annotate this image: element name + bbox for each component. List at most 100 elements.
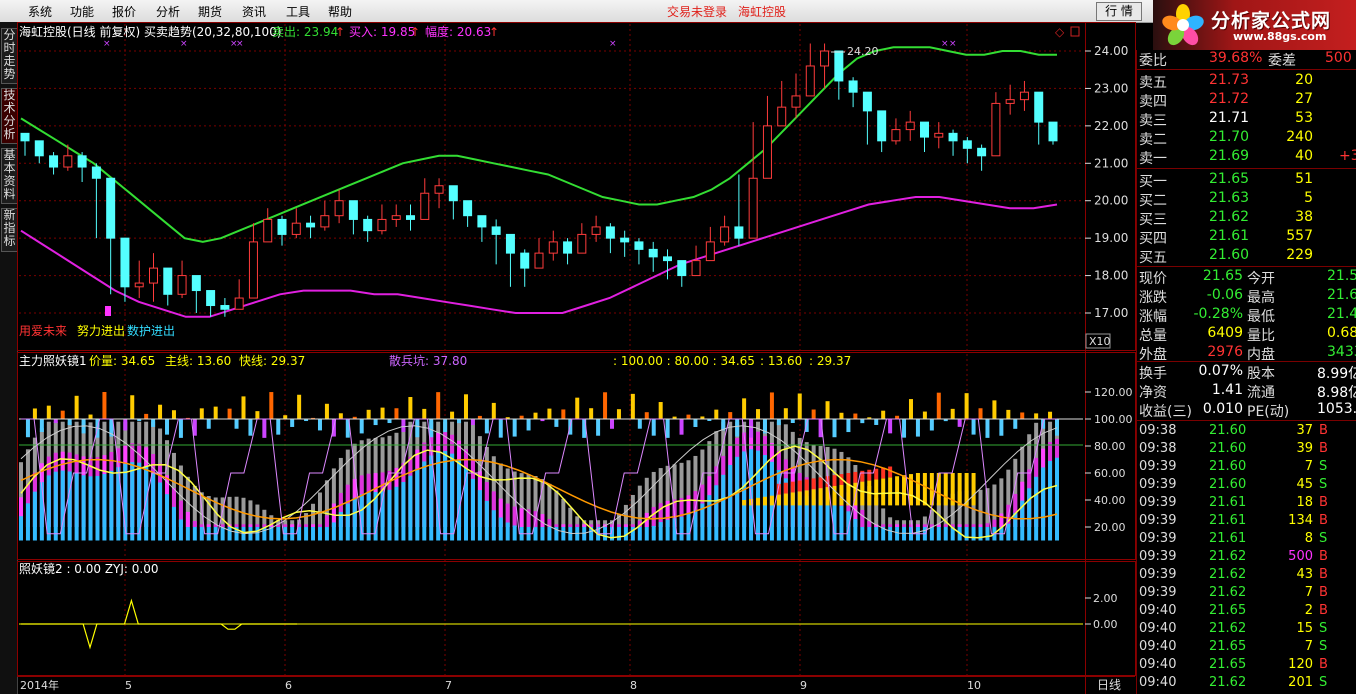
svg-text:×: × [103,39,111,49]
indicator1-red-bar [860,470,865,482]
indicator1-magenta-bar [575,524,580,527]
menu-help[interactable]: 帮助 [328,3,352,20]
indicator1-cyan-bar [102,474,107,541]
price-axis-label: 19.00 [1094,231,1128,245]
indicator1-top-bar [269,392,274,419]
indicator1-top-bar [908,399,913,419]
login-status[interactable]: 交易未登录 [667,3,727,20]
indicator1-cyan-bar [137,462,142,541]
candle-body [291,222,301,235]
price-gridlines [19,50,1083,314]
indicator1-bottom-bar [234,419,239,429]
indicator1-magenta-bar [957,524,962,527]
tick-row: 09:39 21.61 18 B [1137,495,1356,513]
tick-price: 21.60 [1209,423,1247,438]
sell-level-price: 21.72 [1209,91,1250,107]
main-chart-area[interactable]: 海虹控股(日线 前复权) 买卖趋势(20,32,80,100) 卖出: 23.9… [17,22,1136,694]
fin-label: 换手 [1139,366,1167,382]
candle-body [1048,121,1058,142]
menu-news[interactable]: 资讯 [242,3,266,20]
indicator1-cyan-bar [985,527,990,541]
indicator1-bottom-bar [1013,419,1018,429]
indicator1-top-bar [491,402,496,419]
indicator1-bottom-bar [985,419,990,438]
stat-value: 21.65 [1202,268,1243,284]
indicator1-magenta-bar [881,524,886,527]
indicator1-red-bar [867,469,872,481]
indicator1-axis-label: 40.00 [1094,494,1126,507]
indicator1-top-bar [658,402,663,419]
candle-body [720,226,730,243]
indicator1-top-bar [769,392,774,419]
price-axis: 24.00 23.00 22.00 21.00 20.00 19.00 18.00 17.00 [1085,44,1128,320]
menu-analysis[interactable]: 分析 [156,3,180,20]
indicator1-cyan-bar [408,475,413,541]
tab-intraday[interactable]: 分时走势 [1,28,18,84]
indicator1-bottom-bar [359,419,364,434]
tick-row: 09:38 21.60 39 B [1137,441,1356,459]
indicator1-magenta-bar [922,524,927,527]
indicator1-top-bar [603,392,608,419]
candle-body [834,50,844,82]
candle-body [377,218,387,232]
tick-volume: 500 [1288,549,1313,564]
indicator1-top-bar [964,393,969,419]
tick-volume: 18 [1296,495,1313,510]
tick-row: 09:40 21.62 201 S [1137,675,1356,693]
menu-futures[interactable]: 期货 [198,3,222,20]
tick-price: 21.61 [1209,513,1247,528]
indicator1-top-bar [366,409,371,419]
tab-new-indicator[interactable]: 新指标 [1,208,18,252]
indicator1-bottom-bar [470,419,475,425]
indicator1-cyan-bar [512,525,517,541]
svg-text:×: × [236,39,244,49]
candle-body [734,226,744,239]
indicator1-cyan-bar [185,527,190,541]
indicator1-bottom-bar [512,419,517,437]
tab-fundamentals[interactable]: 基本资料 [1,148,18,204]
indicator1-gray-bar [561,498,566,527]
indicator1-magenta-bar [255,524,260,527]
quote-button[interactable]: 行 情 [1096,2,1142,21]
sell-level-label: 卖一 [1139,151,1167,167]
indicator1-bottom-bar [693,419,698,427]
window-toggle-icon[interactable] [1070,26,1080,37]
indicator1-magenta-bar [908,524,913,527]
menu-system[interactable]: 系统 [28,3,52,20]
indicator1-top-bar [644,412,649,419]
indicator1-cyan-bar [839,505,844,541]
candle-body [234,297,244,310]
indicator1-red-bar [804,479,809,491]
current-stock-label: 海虹控股 [738,5,787,19]
indicator1-cyan-bar [853,519,858,541]
stat-value-2: 0.68 [1327,325,1356,341]
candle-body [477,215,487,228]
order-ratio-label: 委比 [1139,53,1167,69]
tick-time: 09:40 [1139,621,1177,636]
fin-label-2: 股本 [1247,366,1275,382]
tab-technical[interactable]: 技术分析 [1,88,18,144]
indicator1-cyan-bar [978,527,983,541]
diamond-icon[interactable]: ◇ [1055,25,1065,39]
menu-quote[interactable]: 报价 [112,3,136,20]
stat-row: 涨幅 -0.28%最低 21.49 [1137,306,1356,325]
price-axis-label: 17.00 [1094,306,1128,320]
indicator1-top-bar [213,406,218,419]
menu-tools[interactable]: 工具 [286,3,310,20]
indicator1-cyan-bar [616,527,621,541]
period-label[interactable]: 日线 [1097,678,1121,692]
indicator1-cyan-bar [756,450,761,541]
indicator1-cyan-bar [735,456,740,541]
indicator1-top-bar [811,409,816,419]
menu-function[interactable]: 功能 [70,3,94,20]
indicator1-cyan-bar [32,491,37,541]
candle-body [920,121,929,138]
indicator1-top-bar [561,409,566,419]
indicator1-cyan-bar [450,453,455,541]
fin-value: 1.41 [1211,382,1243,398]
indicator1-cyan-bar [25,503,30,541]
quote-panel: 委比 39.68% 委差 500 卖五 21.73 20 卖四 21.72 27 卖三 21.… [1136,50,1356,694]
indicator1-top-bar [533,412,538,419]
indicator1-axis: 120.00 100.00 80.00 60.00 40.00 20.00 [1085,386,1133,534]
indicator1-yellow-bar [776,494,781,506]
